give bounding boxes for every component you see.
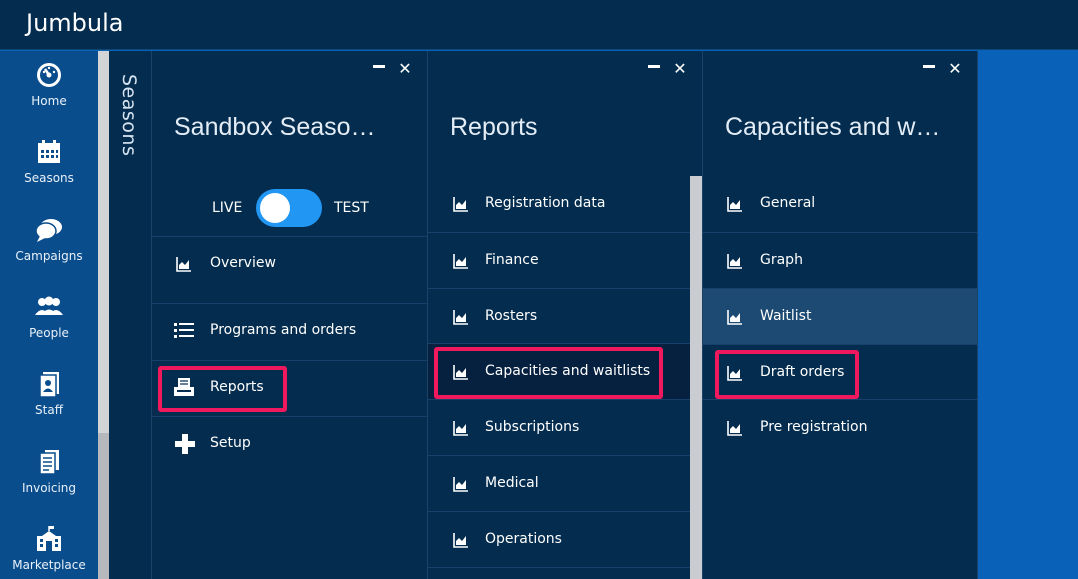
- report-item-label: Registration data: [485, 195, 606, 211]
- reports-panel-title: Reports: [450, 113, 538, 141]
- season-item-label: Setup: [210, 435, 251, 451]
- people-icon: [35, 296, 63, 315]
- nav-label-campaigns: Campaigns: [15, 249, 83, 263]
- report-item-label: Subscriptions: [485, 419, 580, 435]
- left-nav: Home Seasons Campaigns People Staff Invo…: [0, 51, 98, 579]
- reports-scrollbar[interactable]: [690, 176, 702, 579]
- chart-icon: [727, 365, 743, 381]
- report-item[interactable]: Operations: [428, 511, 690, 569]
- live-test-switch[interactable]: [256, 189, 322, 227]
- chart-icon: [453, 196, 469, 212]
- capacity-item-hovered[interactable]: Waitlist: [703, 288, 977, 344]
- toggle-live-label: LIVE: [212, 200, 243, 216]
- report-item-label: Operations: [485, 531, 562, 547]
- nav-label-seasons: Seasons: [24, 171, 74, 185]
- nav-item-seasons[interactable]: Seasons: [0, 138, 98, 208]
- season-item-label: Overview: [210, 255, 276, 271]
- toggle-test-label: TEST: [334, 200, 369, 216]
- seasons-rail-label: Seasons: [118, 74, 140, 157]
- marketplace-building-icon: [37, 526, 61, 551]
- chart-icon: [727, 420, 743, 436]
- capacities-panel-title: Capacities and w…: [725, 113, 941, 141]
- nav-label-people: People: [29, 326, 69, 340]
- speedometer-icon: [37, 63, 61, 87]
- capacity-item-label: Pre registration: [760, 419, 868, 435]
- season-item-label: Reports: [210, 379, 264, 395]
- app-brand[interactable]: Jumbula: [26, 9, 124, 37]
- staff-badge-icon: [39, 372, 59, 398]
- season-item-programs[interactable]: Programs and orders: [152, 303, 427, 359]
- season-panel-title: Sandbox Seaso…: [174, 113, 376, 141]
- capacity-item-label: Draft orders: [760, 364, 845, 380]
- capacity-item[interactable]: General: [703, 176, 977, 232]
- chart-icon: [453, 364, 469, 380]
- chat-bubbles-icon: [35, 219, 62, 242]
- chart-icon: [453, 476, 469, 492]
- chart-icon: [453, 532, 469, 548]
- report-item[interactable]: Medical: [428, 455, 690, 511]
- report-item[interactable]: Finance: [428, 232, 690, 288]
- invoice-icon: [39, 450, 59, 475]
- list-icon: [174, 323, 194, 338]
- capacities-panel: ✕ Capacities and w… General Graph Waitli…: [703, 51, 978, 579]
- nav-item-marketplace[interactable]: Marketplace: [0, 525, 98, 579]
- nav-label-invoicing: Invoicing: [21, 481, 77, 495]
- nav-label-home: Home: [31, 94, 67, 108]
- capacity-item[interactable]: Graph: [703, 232, 977, 288]
- report-item-label: Rosters: [485, 308, 538, 324]
- chart-icon: [727, 309, 743, 325]
- calendar-icon: [38, 140, 60, 163]
- nav-label-marketplace: Marketplace: [12, 558, 86, 572]
- close-button[interactable]: ✕: [397, 59, 413, 78]
- plus-icon: [175, 434, 195, 454]
- report-item-label: Finance: [485, 252, 539, 268]
- nav-item-staff[interactable]: Staff: [0, 370, 98, 440]
- season-panel: ✕ Sandbox Seaso… LIVE TEST Overview Prog…: [152, 51, 428, 579]
- season-item-reports[interactable]: Reports: [152, 360, 427, 416]
- nav-label-staff: Staff: [35, 403, 63, 417]
- chart-icon: [727, 253, 743, 269]
- nav-scroll-thumb[interactable]: [98, 51, 109, 433]
- chart-icon: [453, 253, 469, 269]
- chart-icon: [176, 256, 192, 272]
- close-button[interactable]: ✕: [672, 59, 688, 78]
- nav-item-home[interactable]: Home: [0, 61, 98, 131]
- report-item[interactable]: Registration data: [428, 176, 690, 232]
- season-item-overview[interactable]: Overview: [152, 236, 427, 292]
- season-item-label: Programs and orders: [210, 322, 357, 338]
- close-button[interactable]: ✕: [947, 59, 963, 78]
- report-item[interactable]: Subscriptions: [428, 399, 690, 455]
- nav-item-campaigns[interactable]: Campaigns: [0, 216, 98, 286]
- capacity-item-label: Waitlist: [760, 308, 812, 324]
- chart-icon: [453, 420, 469, 436]
- capacity-item-label: Graph: [760, 252, 803, 268]
- season-item-setup[interactable]: Setup: [152, 416, 427, 472]
- reports-panel: ✕ Reports Registration data Finance Rost…: [428, 51, 703, 579]
- capacity-item-label: General: [760, 195, 816, 211]
- report-item-label: Capacities and waitlists: [485, 363, 651, 379]
- report-item-selected[interactable]: Capacities and waitlists: [428, 343, 690, 399]
- report-printer-icon: [174, 378, 194, 396]
- nav-item-people[interactable]: People: [0, 293, 98, 363]
- capacity-item[interactable]: Draft orders: [703, 344, 977, 400]
- capacity-item[interactable]: Pre registration: [703, 399, 977, 455]
- report-list-divider: [428, 567, 690, 579]
- live-test-toggle-row: LIVE TEST: [152, 187, 427, 237]
- report-item-label: Medical: [485, 475, 539, 491]
- nav-item-invoicing[interactable]: Invoicing: [0, 448, 98, 518]
- app-header: Jumbula: [0, 0, 1078, 50]
- chart-icon: [727, 196, 743, 212]
- switch-knob: [260, 193, 290, 223]
- chart-icon: [453, 309, 469, 325]
- report-item[interactable]: Rosters: [428, 288, 690, 344]
